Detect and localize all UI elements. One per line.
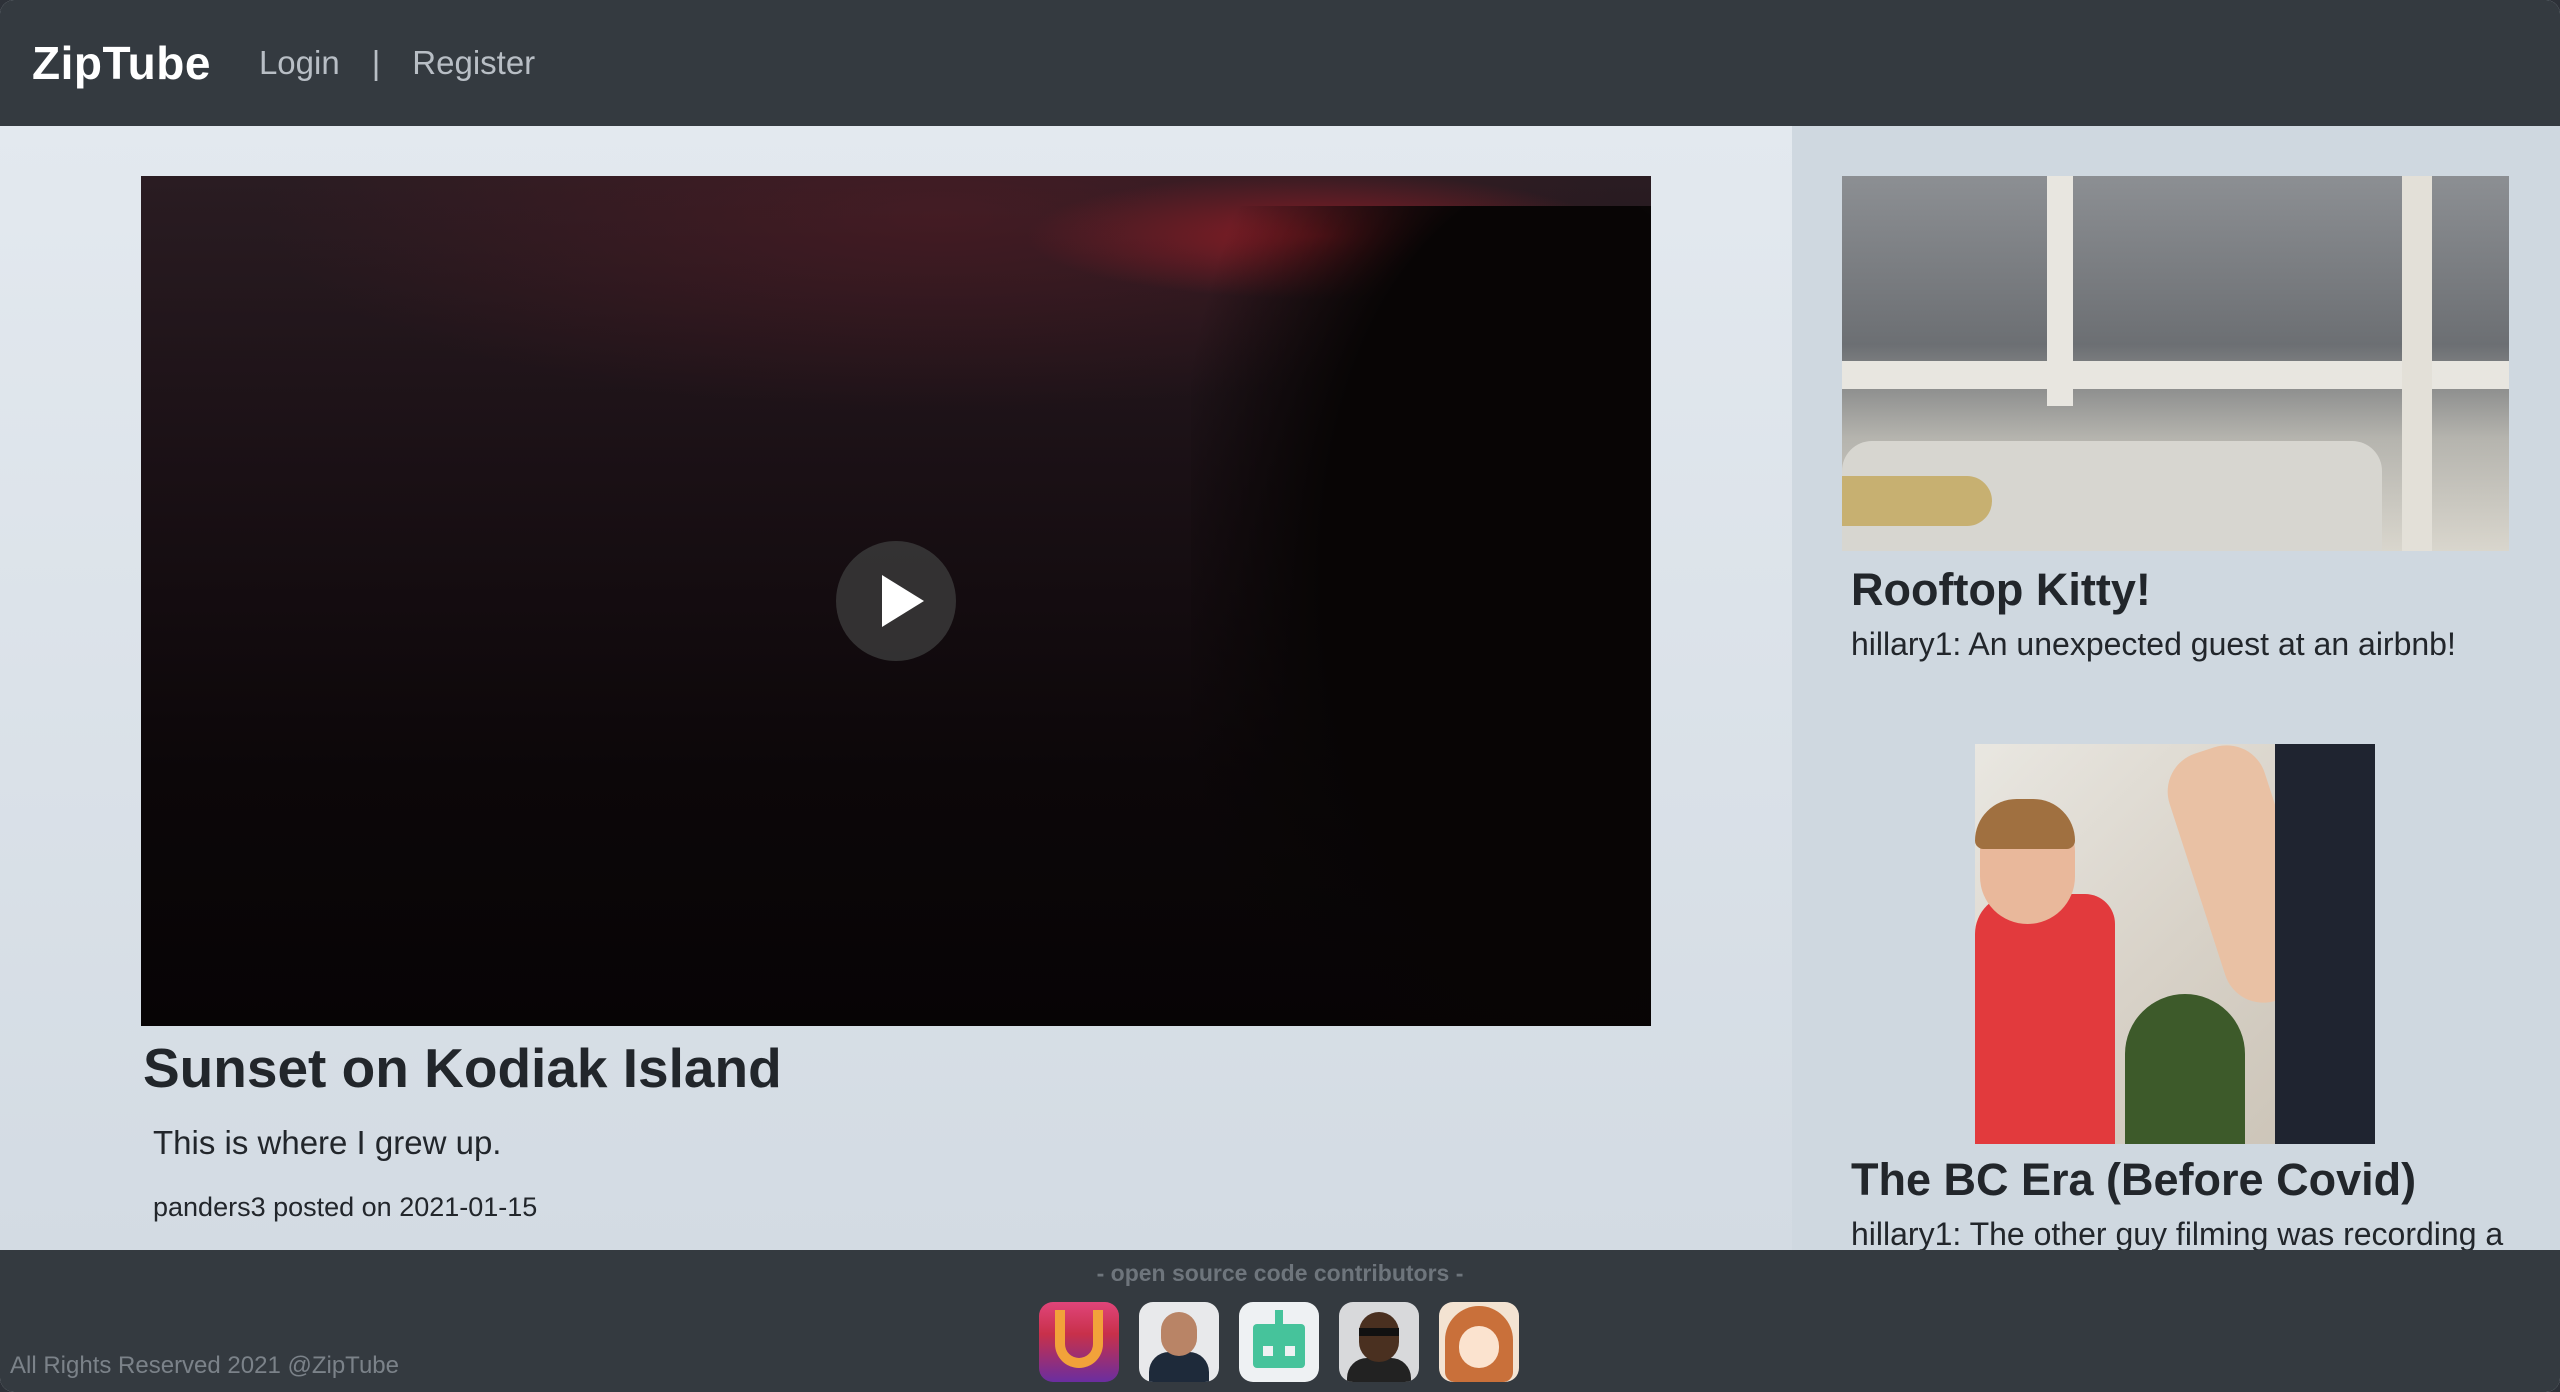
person-dark-shirt [2275,744,2375,1144]
footer: - open source code contributors - All Ri… [0,1250,2560,1392]
robot-eye [1285,1346,1295,1356]
avatar-face [1359,1312,1399,1362]
robot-antenna [1275,1310,1283,1324]
window-handle [1842,476,1992,526]
nav-separator: | [371,44,381,81]
register-link[interactable]: Register [412,44,535,82]
contributor-avatar[interactable] [1439,1302,1519,1382]
sidebar-item-title[interactable]: The BC Era (Before Covid) [1851,1154,2416,1206]
logo-icon [1055,1310,1103,1368]
related-videos-sidebar: Rooftop Kitty! hillary1: An unexpected g… [1792,126,2560,1250]
contributor-avatar[interactable] [1239,1302,1319,1382]
contributors-label: - open source code contributors - [1096,1260,1464,1286]
play-button[interactable] [836,541,956,661]
brand-logo[interactable]: ZipTube [32,36,211,90]
login-link[interactable]: Login [259,44,340,82]
video-thumbnail-bc-era[interactable] [1975,744,2375,1144]
main-content: Sunset on Kodiak Island This is where I … [0,126,1792,1250]
copyright-text: All Rights Reserved 2021 @ZipTube [10,1352,399,1379]
play-icon [882,575,924,627]
person-hair [1975,799,2075,849]
plant [2125,994,2245,1144]
avatar-face [1459,1326,1499,1368]
video-player[interactable] [141,176,1651,1026]
sidebar-item-description: hillary1: The other guy filming was reco… [1851,1216,2504,1250]
video-description: This is where I grew up. [153,1124,502,1161]
window-frame [2402,176,2432,551]
contributor-avatar[interactable] [1339,1302,1419,1382]
top-navbar: ZipTube Login | Register [0,0,2560,126]
app-window: ZipTube Login | Register Sunset on Kodia… [0,0,2560,1392]
sidebar-item-description: hillary1: An unexpected guest at an airb… [1851,626,2456,662]
video-thumbnail-rooftop-kitty[interactable] [1842,176,2509,551]
sidebar-item-title[interactable]: Rooftop Kitty! [1851,564,2151,616]
video-meta: panders3 posted on 2021-01-15 [153,1192,538,1222]
contributor-avatar[interactable] [1039,1302,1119,1382]
avatar-body [1149,1352,1209,1382]
contributor-avatar[interactable] [1139,1302,1219,1382]
video-frame-landmass [1191,206,1651,1026]
contributors-list [1039,1302,1539,1382]
robot-eye [1263,1346,1273,1356]
avatar-glasses [1359,1328,1399,1336]
avatar-face [1161,1312,1197,1356]
video-title: Sunset on Kodiak Island [143,1037,782,1099]
person-shirt [1975,894,2115,1144]
robot-icon [1253,1324,1305,1368]
